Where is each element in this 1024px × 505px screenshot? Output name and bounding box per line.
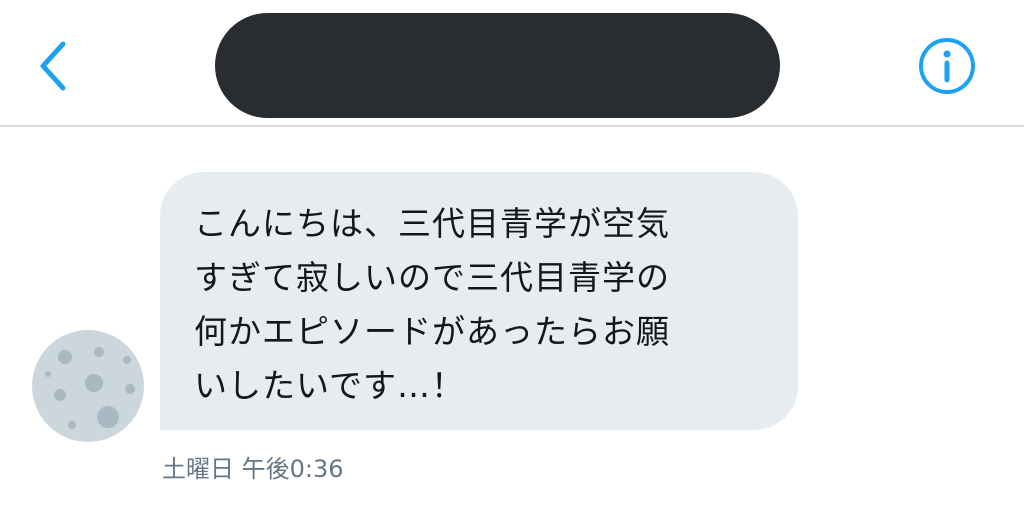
message-line: すぎて寂しいので三代目青学の xyxy=(194,258,670,297)
chevron-left-icon xyxy=(40,41,66,91)
message-text: こんにちは、三代目青学が空気 すぎて寂しいので三代目青学の 何かエピソードがあっ… xyxy=(194,197,778,413)
dm-conversation-screen: こんにちは、三代目青学が空気 すぎて寂しいので三代目青学の 何かエピソードがあっ… xyxy=(0,0,1024,505)
moon-avatar-icon xyxy=(32,330,144,442)
redacted-recipient-name xyxy=(215,13,780,118)
conversation-header xyxy=(0,0,1024,127)
message-line: 何かエピソードがあったらお願 xyxy=(194,312,670,351)
message-line: こんにちは、三代目青学が空気 xyxy=(194,204,670,243)
message-line: いしたいです…！ xyxy=(194,366,466,405)
message-bubble[interactable]: こんにちは、三代目青学が空気 すぎて寂しいので三代目青学の 何かエピソードがあっ… xyxy=(160,172,798,430)
sender-avatar[interactable] xyxy=(32,330,144,442)
message-timestamp: 土曜日 午後0:36 xyxy=(162,455,344,483)
back-button[interactable] xyxy=(30,38,78,94)
conversation-info-button[interactable] xyxy=(917,36,977,96)
info-circle-icon xyxy=(919,38,975,94)
